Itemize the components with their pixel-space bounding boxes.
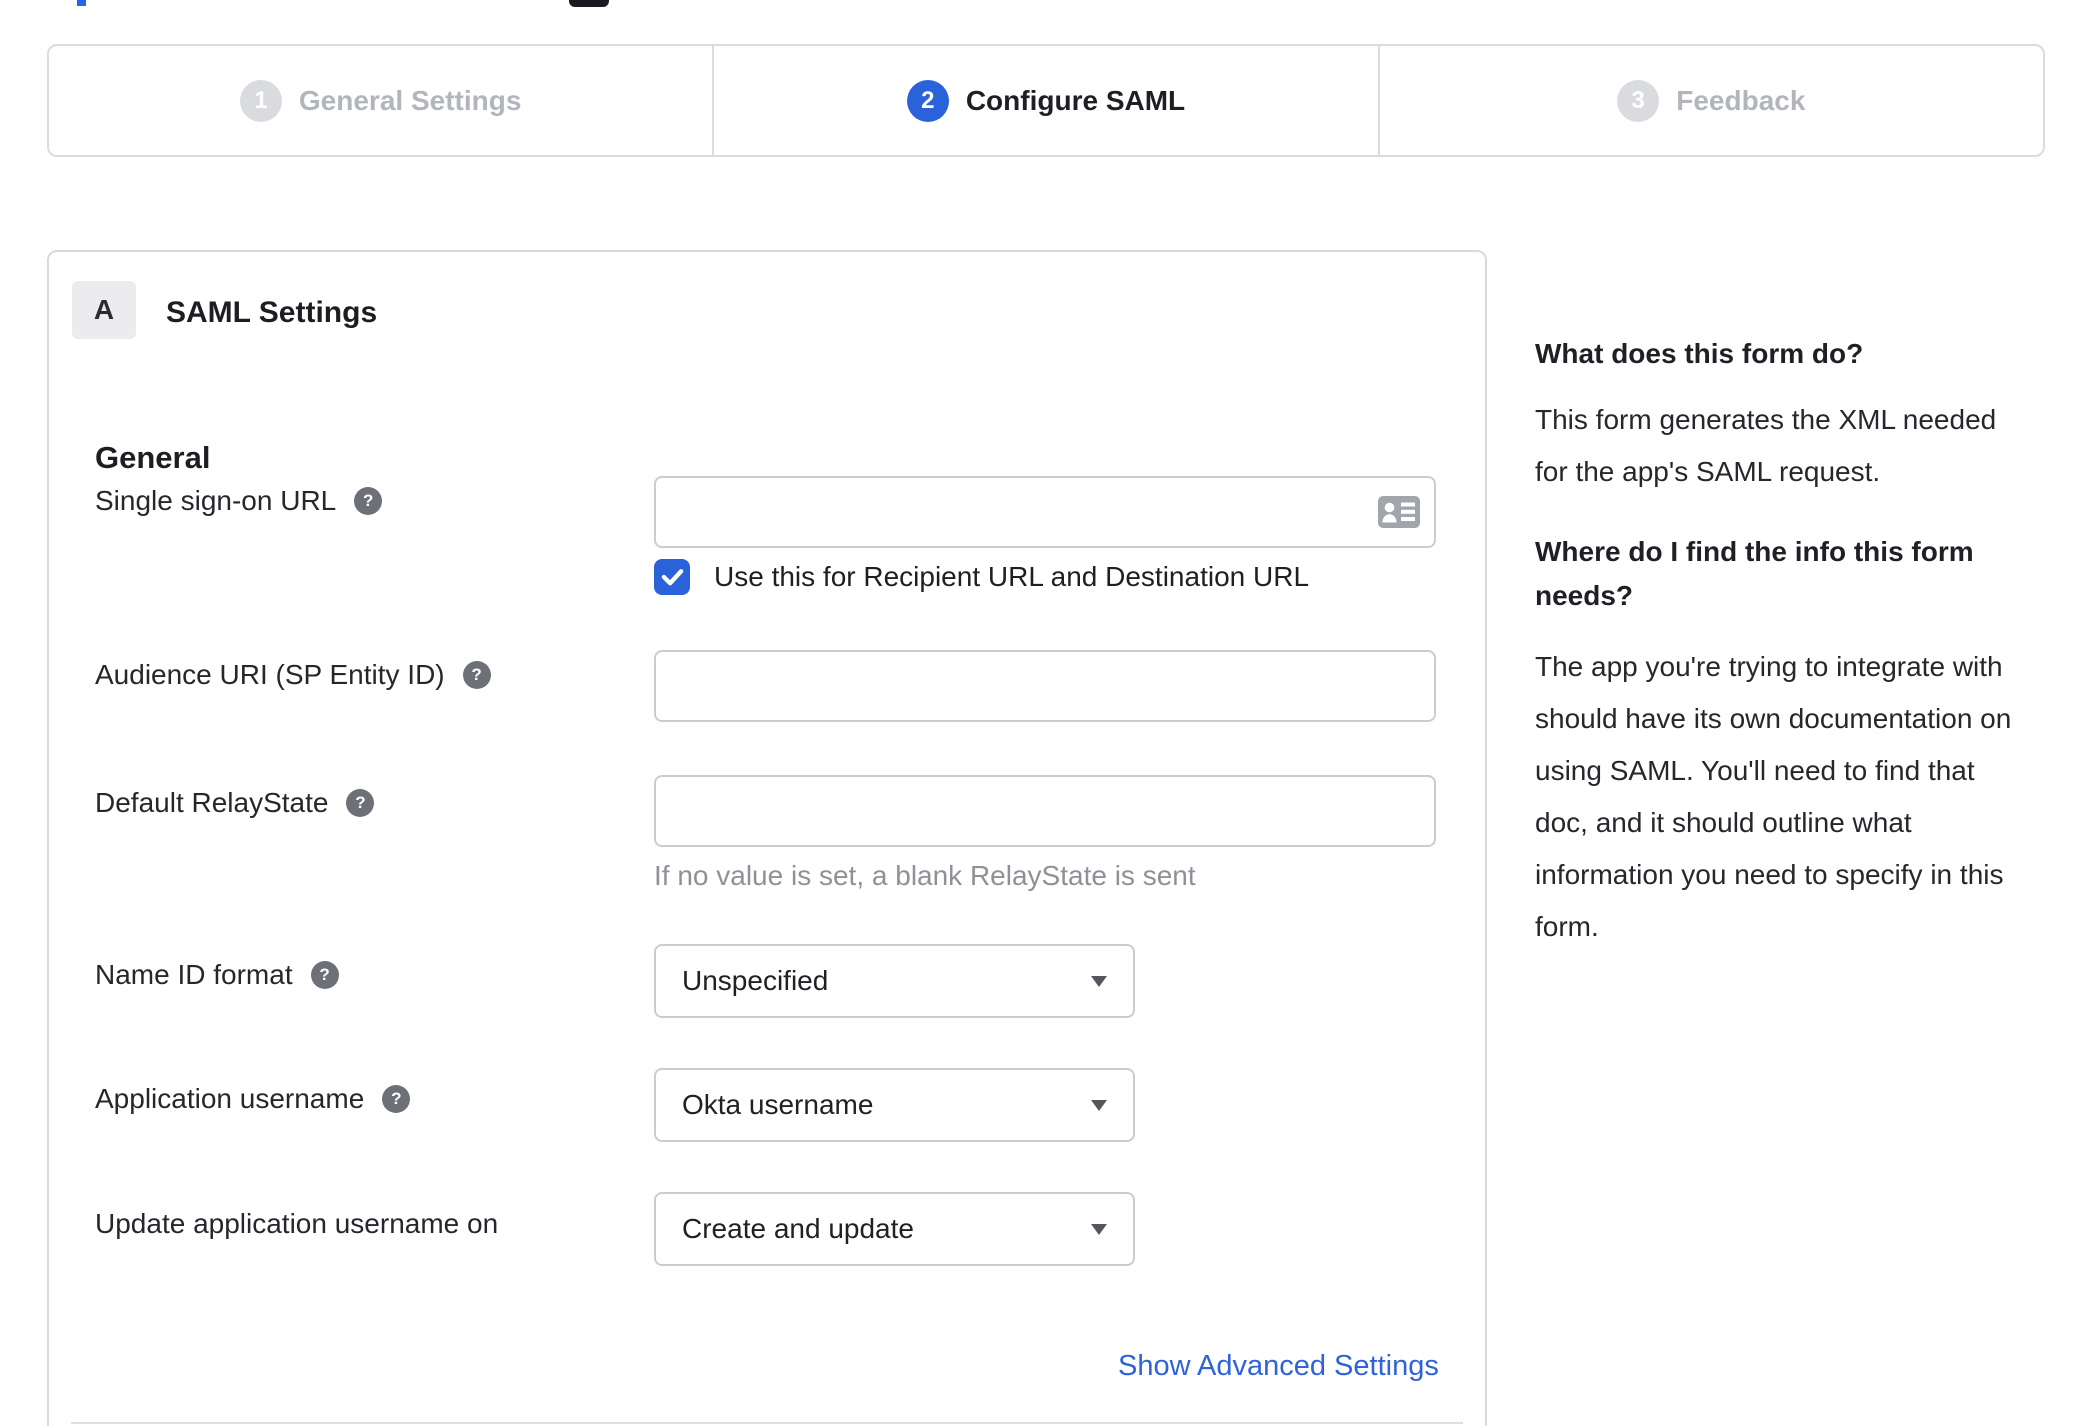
application-username-label: Application username (95, 1083, 365, 1114)
help-answer-2-line: The app you're trying to integrate with (1535, 651, 2003, 682)
help-answer-1-line: This form generates the XML needed (1535, 404, 1997, 435)
help-answer-2-line: doc, and it should outline what (1535, 807, 1912, 838)
application-username-label-row: Application username ? (95, 1082, 411, 1116)
help-answer-1: This form generates the XML needed for t… (1535, 394, 2075, 498)
update-username-label-row: Update application username on (95, 1207, 498, 1241)
help-answer-2: The app you're trying to integrate with … (1535, 641, 2075, 953)
audience-uri-input[interactable] (654, 650, 1436, 722)
help-question-2-line: Where do I find the info this form (1535, 536, 1974, 567)
recipient-url-checkbox-label: Use this for Recipient URL and Destinati… (714, 561, 1310, 592)
help-icon[interactable]: ? (354, 487, 383, 515)
name-id-format-value: Unspecified (682, 965, 829, 996)
update-username-select[interactable]: Create and update (654, 1192, 1135, 1266)
help-answer-2-line: information you need to specify in this (1535, 859, 2004, 890)
sso-url-label: Single sign-on URL (95, 485, 337, 516)
help-question-1: What does this form do? (1535, 338, 1864, 369)
wizard-stepper: 1 General Settings 2 Configure SAML 3 Fe… (47, 44, 2045, 157)
okta-saml-configuration-screen: 1 General Settings 2 Configure SAML 3 Fe… (0, 0, 2092, 1426)
relay-state-label: Default RelayState (95, 787, 329, 818)
help-answer-1-line: for the app's SAML request. (1535, 456, 1881, 487)
step-general-settings[interactable]: 1 General Settings (49, 46, 712, 155)
sso-url-input[interactable] (654, 476, 1436, 548)
section-a-badge: A (72, 281, 136, 339)
relay-state-input[interactable] (654, 775, 1436, 847)
application-username-select[interactable]: Okta username (654, 1068, 1135, 1142)
step-configure-saml[interactable]: 2 Configure SAML (712, 46, 1377, 155)
relay-state-label-row: Default RelayState ? (95, 786, 375, 820)
help-question-2-line: needs? (1535, 580, 1634, 611)
clipped-title-fragment-dark (569, 0, 609, 7)
help-icon[interactable]: ? (462, 661, 491, 689)
general-section-heading: General (95, 440, 211, 475)
recipient-url-checkbox-row: Use this for Recipient URL and Destinati… (654, 559, 1309, 595)
audience-uri-label-row: Audience URI (SP Entity ID) ? (95, 658, 491, 692)
step-label: General Settings (298, 84, 522, 116)
name-id-format-label: Name ID format (95, 959, 293, 990)
name-id-format-select[interactable]: Unspecified (654, 944, 1135, 1018)
step-number-badge: 2 (906, 79, 949, 122)
sso-url-label-row: Single sign-on URL ? (95, 484, 383, 518)
help-answer-2-line: should have its own documentation on (1535, 703, 2012, 734)
chevron-down-icon (1091, 1223, 1107, 1235)
sso-url-input-wrap (654, 476, 1436, 548)
application-username-value: Okta username (682, 1089, 874, 1120)
help-answer-2-line: using SAML. You'll need to find that (1535, 755, 1975, 786)
saml-settings-title: SAML Settings (166, 296, 378, 329)
step-label: Feedback (1676, 84, 1806, 116)
help-icon[interactable]: ? (346, 789, 375, 817)
step-feedback[interactable]: 3 Feedback (1377, 46, 2043, 155)
step-label: Configure SAML (965, 84, 1186, 116)
help-icon[interactable]: ? (382, 1085, 411, 1113)
update-username-label: Update application username on (95, 1208, 499, 1239)
show-advanced-settings-link[interactable]: Show Advanced Settings (1118, 1350, 1439, 1383)
checkmark-icon (661, 569, 683, 586)
step-number-badge: 1 (239, 79, 282, 122)
help-icon[interactable]: ? (310, 961, 339, 989)
clipped-title-fragment-blue (77, 0, 86, 6)
recipient-url-checkbox[interactable] (654, 559, 690, 595)
update-username-value: Create and update (682, 1213, 914, 1244)
audience-uri-label: Audience URI (SP Entity ID) (95, 659, 445, 690)
section-divider (71, 1422, 1463, 1424)
help-answer-2-line: form. (1535, 911, 1599, 942)
step-number-badge: 3 (1617, 79, 1660, 122)
help-question-2: Where do I find the info this form needs… (1535, 530, 2075, 618)
chevron-down-icon (1091, 1099, 1107, 1111)
name-id-format-label-row: Name ID format ? (95, 958, 339, 992)
chevron-down-icon (1091, 975, 1107, 987)
relay-state-helper-text: If no value is set, a blank RelayState i… (654, 860, 1196, 891)
